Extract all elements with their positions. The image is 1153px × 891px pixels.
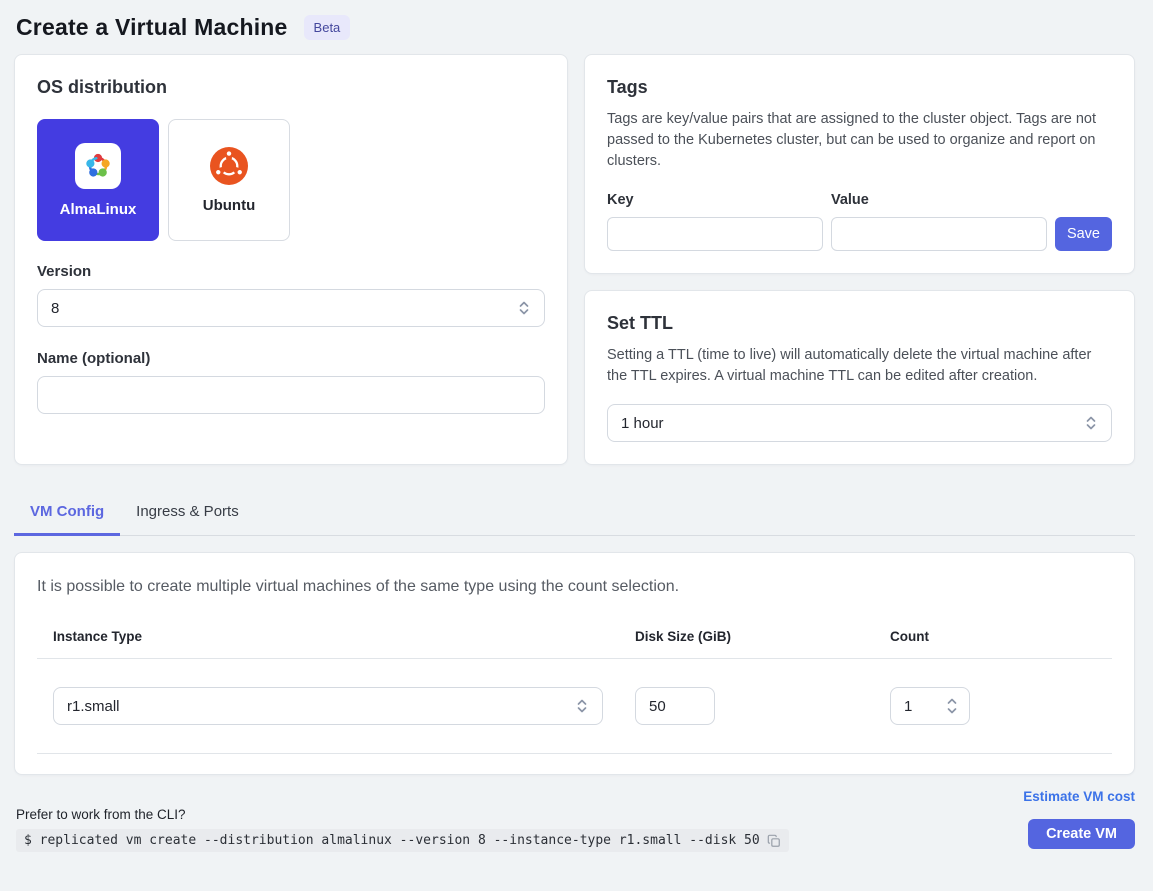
- cli-command: $ replicated vm create --distribution al…: [16, 829, 789, 852]
- disk-size-cell: [635, 687, 890, 725]
- stepper-updown-icon[interactable]: [945, 696, 959, 716]
- tab-vm-config[interactable]: VM Config: [14, 492, 120, 536]
- cli-prompt-text: Prefer to work from the CLI?: [16, 807, 789, 822]
- name-input[interactable]: [37, 376, 545, 414]
- column-header-count: Count: [890, 629, 1112, 644]
- os-tile-ubuntu[interactable]: Ubuntu: [168, 119, 290, 241]
- tag-value-input[interactable]: [831, 217, 1047, 251]
- ttl-select[interactable]: 1 hour: [607, 404, 1112, 442]
- count-value: 1: [904, 698, 912, 715]
- tab-ingress-ports[interactable]: Ingress & Ports: [120, 492, 255, 536]
- instance-type-value: r1.small: [67, 698, 120, 715]
- cli-command-text: $ replicated vm create --distribution al…: [24, 833, 760, 848]
- tag-value-field-group: Value: [831, 192, 1047, 251]
- os-tile-label: AlmaLinux: [60, 201, 137, 218]
- set-ttl-card: Set TTL Setting a TTL (time to live) wil…: [584, 290, 1135, 465]
- estimate-vm-cost-link[interactable]: Estimate VM cost: [1023, 789, 1135, 804]
- vm-config-intro: It is possible to create multiple virtua…: [37, 578, 1112, 596]
- copy-icon[interactable]: [767, 834, 781, 848]
- version-select[interactable]: 8: [37, 289, 545, 327]
- tag-key-field-group: Key: [607, 192, 823, 251]
- version-select-value: 8: [51, 300, 59, 317]
- column-header-instance-type: Instance Type: [53, 629, 635, 644]
- tag-key-label: Key: [607, 192, 823, 208]
- tags-card-title: Tags: [607, 77, 1112, 98]
- beta-badge: Beta: [304, 15, 351, 40]
- version-label: Version: [37, 263, 545, 280]
- tag-form: Key Value Save: [607, 192, 1112, 251]
- page-title: Create a Virtual Machine: [16, 14, 288, 41]
- instance-type-select[interactable]: r1.small: [53, 687, 603, 725]
- page-header: Create a Virtual Machine Beta: [0, 0, 1153, 54]
- os-tile-almalinux[interactable]: AlmaLinux: [37, 119, 159, 241]
- tag-value-label: Value: [831, 192, 1047, 208]
- vm-table: Instance Type Disk Size (GiB) Count r1.s…: [37, 629, 1112, 754]
- vm-table-header: Instance Type Disk Size (GiB) Count: [37, 629, 1112, 659]
- column-header-disk-size: Disk Size (GiB): [635, 629, 890, 644]
- vm-table-row: r1.small 1: [37, 659, 1112, 754]
- footer-actions: Estimate VM cost Create VM: [1023, 789, 1135, 852]
- chevron-updown-icon: [1084, 415, 1098, 431]
- ubuntu-logo-icon: [210, 147, 248, 185]
- chevron-updown-icon: [575, 698, 589, 714]
- almalinux-logo-icon: [75, 143, 121, 189]
- instance-type-cell: r1.small: [53, 687, 635, 725]
- name-label: Name (optional): [37, 350, 545, 367]
- os-card-title: OS distribution: [37, 77, 545, 98]
- right-column: Tags Tags are key/value pairs that are a…: [584, 54, 1135, 465]
- save-tag-button[interactable]: Save: [1055, 217, 1112, 251]
- ttl-card-title: Set TTL: [607, 313, 1112, 334]
- vm-config-card: It is possible to create multiple virtua…: [14, 552, 1135, 775]
- tab-bar: VM Config Ingress & Ports: [14, 492, 1135, 536]
- count-stepper[interactable]: 1: [890, 687, 970, 725]
- os-tile-row: AlmaLinux: [37, 119, 545, 241]
- disk-size-input[interactable]: [635, 687, 715, 725]
- os-tile-label: Ubuntu: [203, 197, 255, 214]
- tags-card-description: Tags are key/value pairs that are assign…: [607, 109, 1112, 172]
- tag-key-input[interactable]: [607, 217, 823, 251]
- ttl-card-description: Setting a TTL (time to live) will automa…: [607, 345, 1112, 387]
- create-vm-button[interactable]: Create VM: [1028, 819, 1135, 849]
- cli-block: Prefer to work from the CLI? $ replicate…: [16, 807, 789, 852]
- top-grid: OS distribution AlmaLinux: [14, 54, 1135, 465]
- count-cell: 1: [890, 687, 1112, 725]
- tags-card: Tags Tags are key/value pairs that are a…: [584, 54, 1135, 274]
- chevron-updown-icon: [517, 300, 531, 316]
- os-distribution-card: OS distribution AlmaLinux: [14, 54, 568, 465]
- footer: Prefer to work from the CLI? $ replicate…: [16, 789, 1135, 852]
- ttl-select-value: 1 hour: [621, 415, 664, 432]
